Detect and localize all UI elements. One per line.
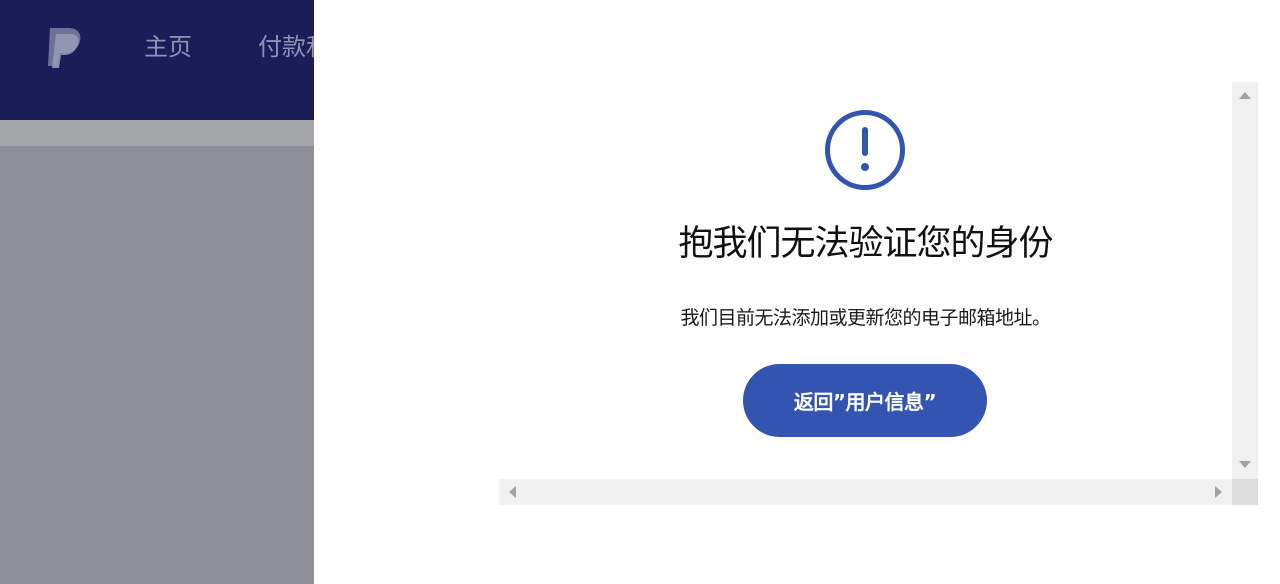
scroll-down-arrow-icon[interactable] <box>1239 461 1251 468</box>
dialog-frame: 抱我们无法验证您的身份 我们目前无法添加或更新您的电子邮箱地址。 返回”用户信息… <box>499 82 1258 505</box>
dialog-content: 抱我们无法验证您的身份 我们目前无法添加或更新您的电子邮箱地址。 返回”用户信息… <box>499 82 1232 479</box>
nav-home[interactable]: 主页 <box>144 30 192 64</box>
back-to-user-info-button[interactable]: 返回”用户信息” <box>743 364 987 437</box>
scroll-left-arrow-icon[interactable] <box>509 486 516 498</box>
exclamation-circle-icon <box>825 110 905 190</box>
scroll-right-arrow-icon[interactable] <box>1215 486 1222 498</box>
paypal-logo-icon <box>48 28 81 68</box>
dialog-message: 我们目前无法添加或更新您的电子邮箱地址。 <box>680 307 1051 329</box>
side-panel: 抱我们无法验证您的身份 我们目前无法添加或更新您的电子邮箱地址。 返回”用户信息… <box>314 0 1280 584</box>
scrollbar-corner <box>1232 479 1258 505</box>
scroll-up-arrow-icon[interactable] <box>1239 92 1251 99</box>
horizontal-scrollbar[interactable] <box>499 479 1232 505</box>
vertical-scrollbar[interactable] <box>1232 82 1258 479</box>
dialog-title: 抱我们无法验证您的身份 <box>678 224 1053 264</box>
